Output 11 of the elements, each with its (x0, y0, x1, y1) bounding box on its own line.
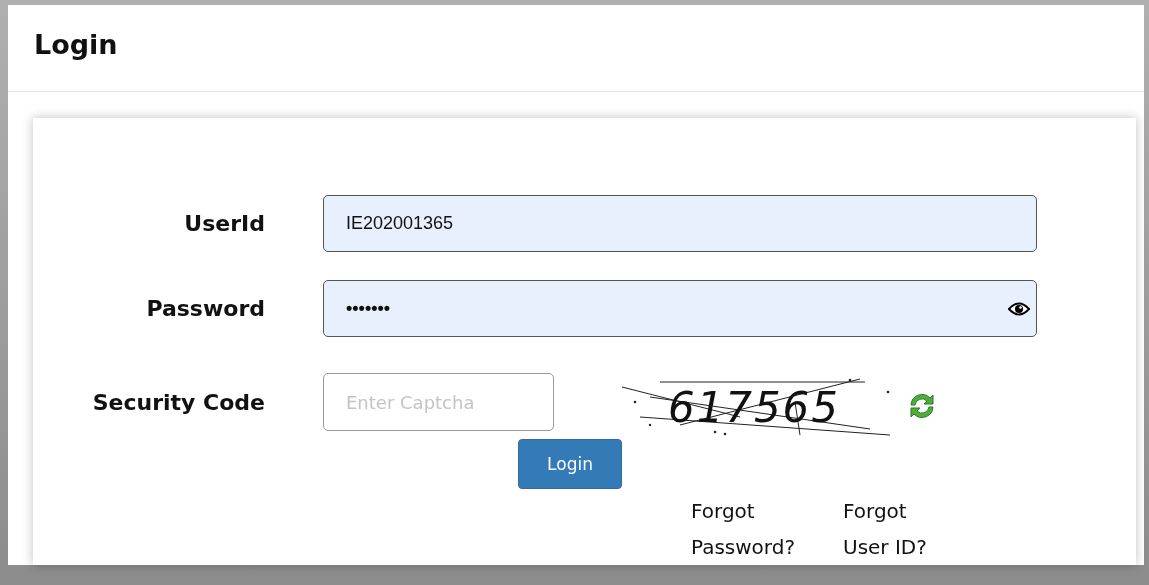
field-label: Security Code (91, 389, 265, 415)
captcha-field[interactable]: Enter Captcha (323, 373, 554, 431)
eye-icon[interactable] (1008, 301, 1030, 316)
panel-title: Login (34, 28, 118, 60)
userid-field[interactable]: IE202001365 (323, 195, 1037, 252)
field-label: Password (145, 296, 265, 321)
password-field[interactable]: ••••••• (323, 280, 1037, 337)
forgot-link[interactable]: Forgot User ID? (843, 493, 943, 565)
refresh-icon[interactable] (907, 392, 937, 420)
field-label: UserId (183, 211, 265, 236)
login-button[interactable]: Login (518, 439, 622, 489)
